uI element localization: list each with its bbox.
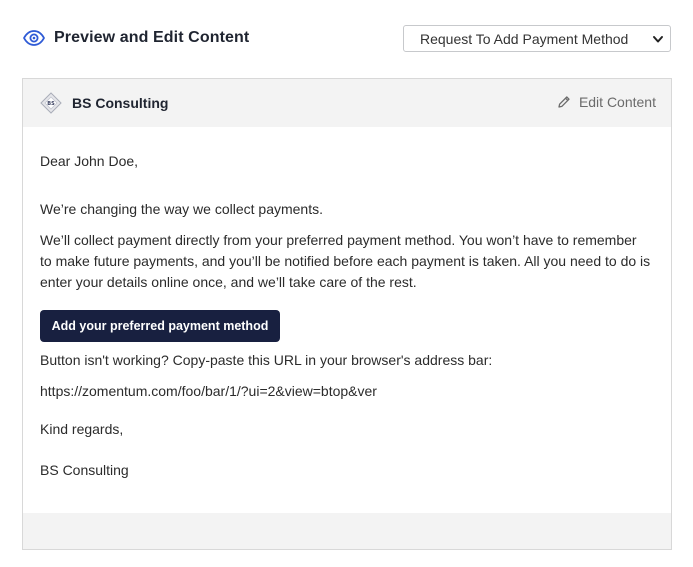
- page-title: Preview and Edit Content: [54, 29, 250, 46]
- chevron-down-icon: [652, 32, 664, 46]
- add-payment-method-button[interactable]: Add your preferred payment method: [40, 310, 280, 342]
- page-header: Preview and Edit Content Request To Add …: [22, 24, 671, 56]
- company-logo: BS: [40, 92, 62, 114]
- email-fallback-text: Button isn't working? Copy-paste this UR…: [40, 352, 493, 368]
- eye-icon: [22, 26, 46, 50]
- template-select-value: Request To Add Payment Method: [420, 30, 629, 47]
- email-signature: BS Consulting: [40, 462, 129, 478]
- email-intro: We’re changing the way we collect paymen…: [40, 201, 323, 217]
- pencil-icon: [557, 95, 571, 109]
- card-footer: [23, 513, 671, 549]
- email-preview-card: BS BS Consulting Edit Content Dear John …: [22, 78, 672, 550]
- edit-content-button[interactable]: Edit Content: [557, 94, 656, 110]
- card-header: BS BS Consulting Edit Content: [23, 79, 671, 127]
- email-paragraph: We’ll collect payment directly from your…: [40, 232, 651, 290]
- email-greeting: Dear John Doe,: [40, 153, 139, 169]
- svg-text:BS: BS: [47, 101, 55, 107]
- email-url[interactable]: https://zomentum.com/foo/bar/1/?ui=2&vie…: [40, 381, 652, 402]
- email-preview-page: Preview and Edit Content Request To Add …: [0, 0, 693, 567]
- email-body: Dear John Doe, We’re changing the way we…: [23, 127, 671, 513]
- email-closing: Kind regards,: [40, 421, 124, 437]
- template-select[interactable]: Request To Add Payment Method: [403, 25, 671, 52]
- title-group: Preview and Edit Content: [22, 24, 249, 52]
- company-name: BS Consulting: [72, 95, 169, 111]
- company-info: BS BS Consulting: [40, 92, 168, 114]
- edit-content-label: Edit Content: [578, 94, 656, 110]
